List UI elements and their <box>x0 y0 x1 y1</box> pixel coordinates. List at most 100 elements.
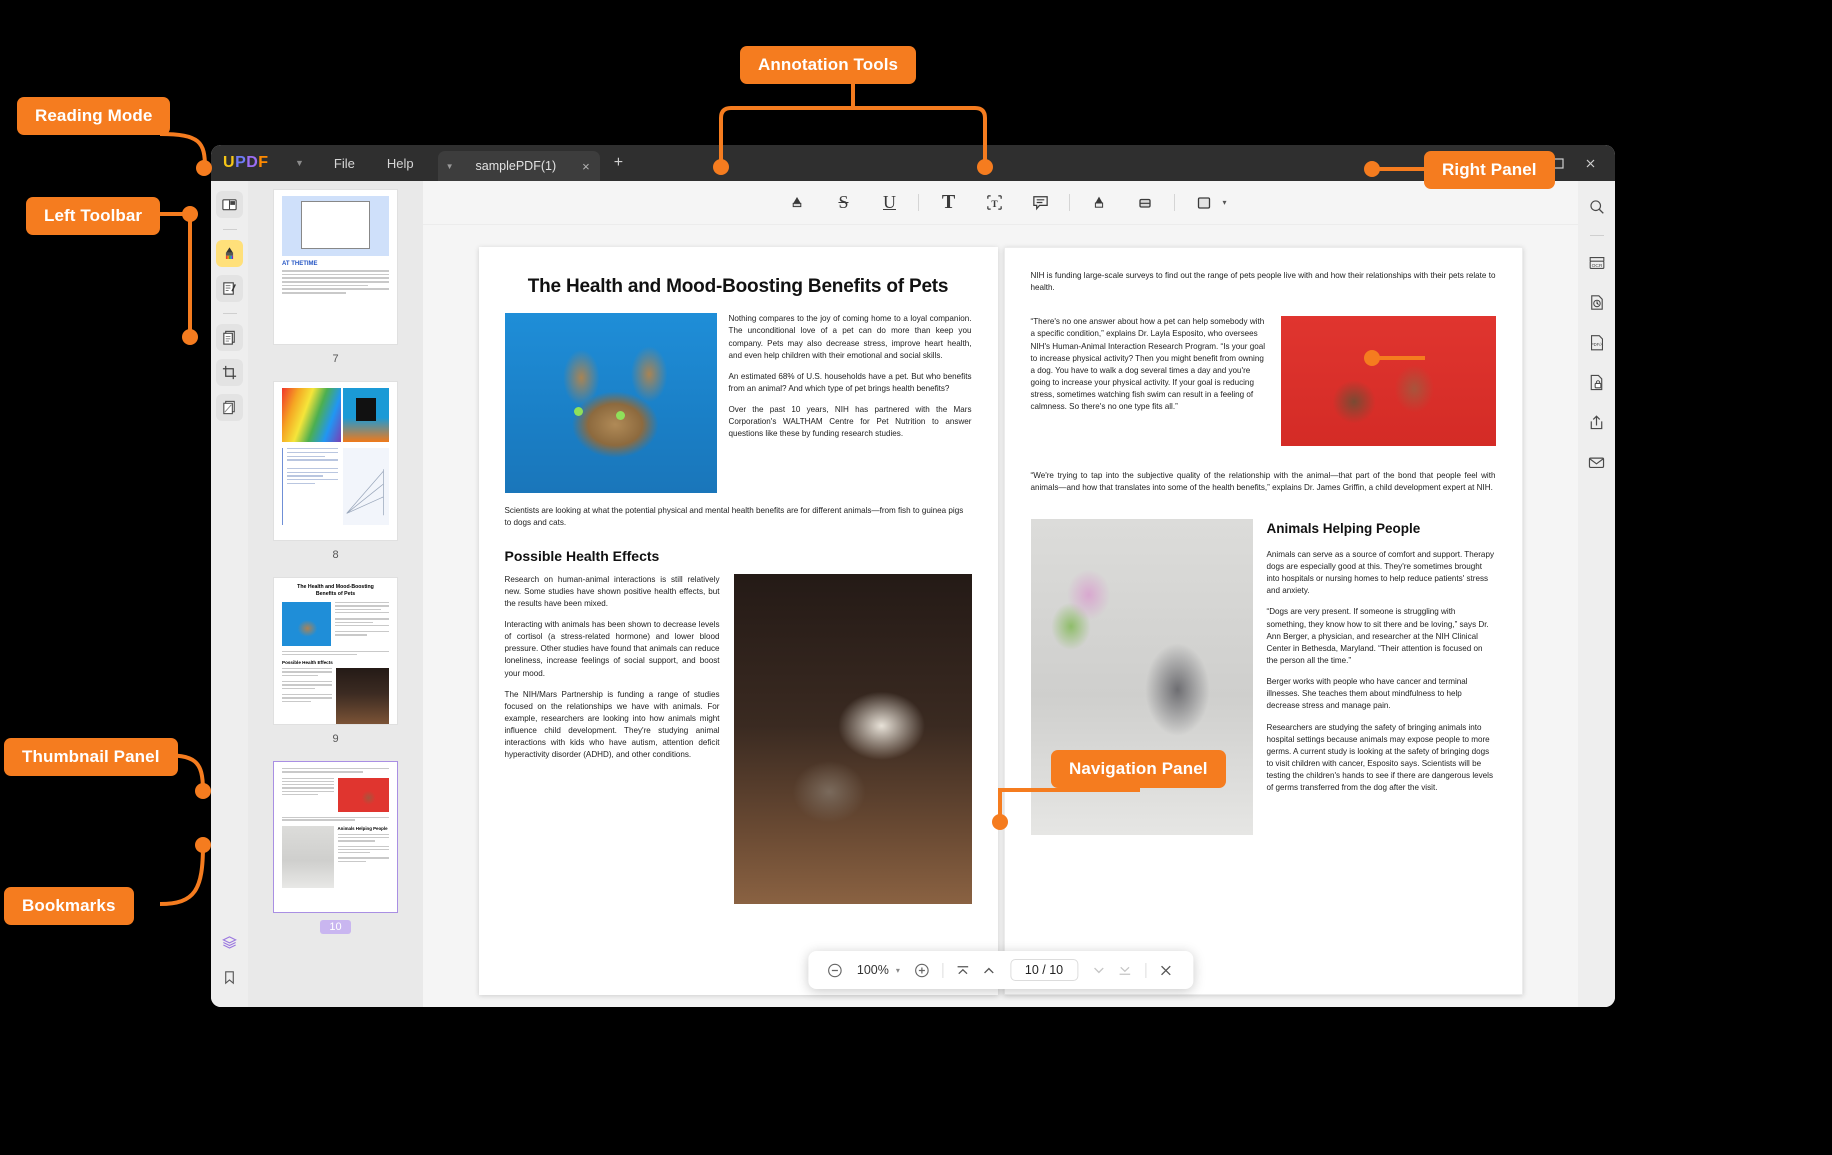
thumbnail-page-7[interactable]: AT THETIME <box>273 189 398 345</box>
ocr-label: OCR <box>1591 262 1602 268</box>
email-icon[interactable] <box>1583 449 1610 476</box>
thumbnail-label-10: 10 <box>320 920 351 934</box>
tab-close-icon[interactable]: × <box>582 159 590 174</box>
underline-glyph: U <box>882 192 896 212</box>
titlebar: UPDF ▼ File Help ▼ samplePDF(1) × + U — <box>211 145 1615 181</box>
tab-chevron-down-icon[interactable]: ▼ <box>446 162 454 171</box>
right-paragraph-1: Animals can serve as a source of comfort… <box>1266 549 1495 596</box>
navigation-panel[interactable]: 100% ▾ 10 / 10 <box>807 951 1194 989</box>
sidebar-item-crop[interactable] <box>216 359 243 386</box>
logo-letter-p: P <box>235 154 247 171</box>
cat-photo <box>504 313 717 494</box>
thumbnail-label-9: 9 <box>332 733 339 745</box>
previous-page-button[interactable] <box>976 957 1002 983</box>
callout-thumbnail-panel: Thumbnail Panel <box>4 738 178 776</box>
close-navbar-button[interactable] <box>1153 957 1179 983</box>
zoom-in-button[interactable] <box>909 957 935 983</box>
window-body: AT THETIME 7 8 The Health and Mood-Boost… <box>211 181 1615 1007</box>
sidebar-item-convert[interactable] <box>216 394 243 421</box>
ocr-icon[interactable]: OCR <box>1583 249 1610 276</box>
strikethrough-glyph: S <box>838 192 849 212</box>
page-title: The Health and Mood-Boosting Benefits of… <box>527 276 949 297</box>
dot-left-toolbar <box>182 329 198 345</box>
pdfa-icon[interactable]: PDF/A <box>1583 329 1610 356</box>
screenshot-stage: Reading Mode Left Toolbar Thumbnail Pane… <box>0 0 1832 1155</box>
thumbnail-label-wrap-8: 8 <box>248 545 423 563</box>
quote-2: “We're trying to tap into the subjective… <box>1030 471 1496 493</box>
updf-app-window: UPDF ▼ File Help ▼ samplePDF(1) × + U — <box>211 145 1615 1007</box>
shape-chevron-down-icon[interactable]: ▾ <box>1222 198 1226 207</box>
sidebar-item-layers[interactable] <box>216 929 243 956</box>
text-tool-icon[interactable]: T <box>931 188 965 218</box>
underline-tool-icon[interactable]: U <box>872 188 906 218</box>
convert-icon[interactable] <box>1583 289 1610 316</box>
zoom-chevron-down-icon[interactable]: ▾ <box>896 966 900 975</box>
dogs-in-costume-photo <box>1280 316 1496 447</box>
right-paragraph-4: Researchers are studying the safety of b… <box>1266 722 1494 793</box>
text-box-tool-icon[interactable]: T <box>977 188 1011 218</box>
callout-navigation-panel: Navigation Panel <box>1051 750 1226 788</box>
logo-letter-f: F <box>258 154 269 171</box>
pdf-page-left[interactable]: The Health and Mood-Boosting Benefits of… <box>478 247 998 995</box>
sidebar-item-bookmarks[interactable] <box>216 964 243 991</box>
zoom-out-button[interactable] <box>822 957 848 983</box>
dot-right-panel-2 <box>1364 350 1380 366</box>
protect-lock-icon[interactable] <box>1583 369 1610 396</box>
section-heading-animals-helping-people: Animals Helping People <box>1266 520 1421 536</box>
paragraph-2: An estimated 68% of U.S. households have… <box>728 371 972 394</box>
paragraph-3: Over the past 10 years, NIH has partnere… <box>728 405 972 439</box>
new-tab-button[interactable]: + <box>614 154 623 172</box>
callout-reading-mode: Reading Mode <box>17 97 171 135</box>
sidebar-item-edit-annotate[interactable] <box>216 275 243 302</box>
menu-item-help[interactable]: Help <box>371 152 430 175</box>
quote-1: “There's no one answer about how a pet c… <box>1030 317 1266 412</box>
page-left-row-2: Research on human-animal interactions is… <box>504 573 972 904</box>
search-icon[interactable] <box>1583 193 1610 220</box>
callout-right-panel: Right Panel <box>1424 151 1555 189</box>
zoom-level[interactable]: 100% <box>857 963 889 977</box>
highlight-tool-icon[interactable] <box>780 188 814 218</box>
pencil-tool-icon[interactable] <box>1082 188 1116 218</box>
toolbar-separator-1 <box>918 194 920 211</box>
paragraph-7: The NIH/Mars Partnership is funding a ra… <box>504 689 720 760</box>
nav-separator-2 <box>1145 962 1147 978</box>
svg-text:T: T <box>991 200 998 210</box>
next-page-button[interactable] <box>1086 957 1112 983</box>
thumbnail-page-10[interactable]: Animals Helping People <box>273 761 398 913</box>
shape-tool-icon[interactable] <box>1187 188 1221 218</box>
sidebar-item-organize-pages[interactable] <box>216 324 243 351</box>
dot-navigation-panel <box>992 814 1008 830</box>
sidebar-item-reading-mode[interactable] <box>216 191 243 218</box>
nav-separator-1 <box>941 962 943 978</box>
page-right-row-1: “There's no one answer about how a pet c… <box>1030 316 1496 447</box>
section-heading-possible-health-effects: Possible Health Effects <box>504 547 660 564</box>
comment-tool-icon[interactable] <box>1023 188 1057 218</box>
thumbnail-page-9[interactable]: The Health and Mood-Boosting Benefits of … <box>273 577 398 725</box>
close-button[interactable] <box>1575 148 1605 178</box>
toolbar-separator-3 <box>1174 194 1176 211</box>
pdf-page-right[interactable]: NIH is funding large-scale surveys to fi… <box>1003 247 1523 995</box>
strikethrough-tool-icon[interactable]: S <box>826 188 860 218</box>
thumbnail-label-8: 8 <box>332 549 339 561</box>
last-page-button[interactable] <box>1112 957 1138 983</box>
right-paragraph-3: Berger works with people who have cancer… <box>1266 677 1468 711</box>
menu-caret-icon[interactable]: ▼ <box>295 158 304 168</box>
page-right-intro: NIH is funding large-scale surveys to fi… <box>1030 271 1496 293</box>
sidebar-item-highlighter[interactable] <box>216 240 243 267</box>
dot-annotation-right <box>977 159 993 175</box>
first-page-button[interactable] <box>950 957 976 983</box>
left-toolbar <box>211 181 248 1007</box>
eraser-tool-icon[interactable] <box>1128 188 1162 218</box>
dot-right-panel <box>1364 161 1380 177</box>
page-canvas: The Health and Mood-Boosting Benefits of… <box>423 225 1578 1007</box>
thumbnail-panel[interactable]: AT THETIME 7 8 The Health and Mood-Boost… <box>248 181 423 1007</box>
page-indicator[interactable]: 10 / 10 <box>1009 959 1079 981</box>
logo-letter-u: U <box>223 154 236 171</box>
page-right-text-column: Animals Helping People Animals can serve… <box>1267 519 1496 835</box>
dot-bookmarks <box>195 837 211 853</box>
annotation-toolbar: S U T T ▾ <box>423 181 1578 225</box>
share-icon[interactable] <box>1583 409 1610 436</box>
thumbnail-page-8[interactable] <box>273 381 398 541</box>
document-tab[interactable]: ▼ samplePDF(1) × <box>437 151 600 181</box>
menu-item-file[interactable]: File <box>318 152 371 175</box>
